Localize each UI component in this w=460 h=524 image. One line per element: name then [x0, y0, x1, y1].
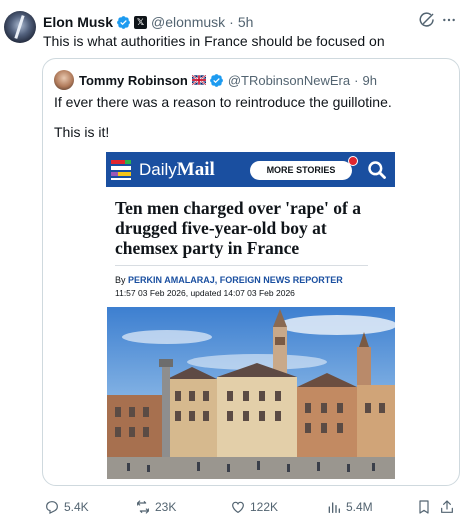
quoted-tweet-text-line2: This is it!	[54, 124, 110, 140]
repost-icon	[137, 500, 149, 514]
quoted-tweet-time[interactable]: 9h	[362, 73, 376, 88]
grok-icon[interactable]	[418, 11, 436, 29]
article-headline: Ten men charged over 'rape' of a drugged…	[115, 198, 361, 258]
quoted-header-separator: ·	[354, 72, 359, 88]
headline-divider	[115, 265, 368, 266]
quoted-author-avatar[interactable]	[54, 70, 74, 90]
reply-button[interactable]: 5.4K	[44, 497, 89, 517]
tweet-action-bar: 5.4K 23K 122K 5.4M	[0, 497, 460, 517]
quoted-tweet-card[interactable]: Tommy Robinson @TRobinsonNewEra · 9h If …	[42, 58, 460, 486]
quoted-tweet-header: Tommy Robinson @TRobinsonNewEra · 9h	[79, 71, 377, 89]
like-button[interactable]: 122K	[230, 497, 278, 517]
reply-count: 5.4K	[64, 500, 89, 514]
article-screenshot-image[interactable]: DailyMail MORE STORIES Ten men charged o…	[106, 152, 395, 479]
x-affiliation-icon: 𝕏	[134, 15, 148, 29]
quoted-verified-badge-icon	[209, 73, 223, 87]
views-count: 5.4M	[346, 500, 373, 514]
author-name[interactable]: Elon Musk	[43, 14, 113, 30]
article-byline: By PERKIN AMALARAJ, FOREIGN NEWS REPORTE…	[115, 275, 343, 285]
search-icon	[368, 161, 386, 179]
lille-square-photo	[107, 307, 395, 479]
bookmark-icon[interactable]	[416, 499, 432, 515]
reply-icon	[46, 501, 58, 514]
menu-icon	[111, 160, 131, 180]
logo-mail-text: Mail	[176, 159, 215, 180]
share-icon[interactable]	[439, 499, 455, 515]
author-avatar[interactable]	[4, 11, 36, 43]
quoted-tweet-text-line1: If ever there was a reason to reintroduc…	[54, 94, 392, 110]
verified-badge-icon	[117, 15, 130, 29]
quoted-author-name[interactable]: Tommy Robinson	[79, 73, 188, 88]
repost-count: 23K	[155, 500, 177, 514]
author-handle[interactable]: @elonmusk	[151, 14, 225, 30]
byline-prefix: By	[115, 275, 126, 285]
logo-daily-text: Daily	[139, 160, 177, 179]
article-masthead: DailyMail MORE STORIES	[106, 152, 395, 187]
repost-button[interactable]: 23K	[135, 497, 176, 517]
tweet-header: Elon Musk 𝕏 @elonmusk · 5h	[43, 13, 253, 31]
views-icon	[328, 502, 340, 513]
notification-dot	[348, 156, 358, 166]
article-date: 11:57 03 Feb 2026, updated 14:07 03 Feb …	[115, 288, 295, 298]
views-button[interactable]: 5.4M	[326, 497, 373, 517]
daily-mail-logo: DailyMail	[139, 159, 215, 181]
tweet-text: This is what authorities in France shoul…	[43, 33, 385, 49]
more-stories-button: MORE STORIES	[250, 161, 352, 180]
byline-name: PERKIN AMALARAJ, FOREIGN NEWS REPORTER	[128, 275, 343, 285]
quoted-author-handle[interactable]: @TRobinsonNewEra	[228, 73, 350, 88]
uk-flag-icon	[191, 75, 206, 85]
header-separator: ·	[229, 14, 234, 30]
heart-icon	[232, 501, 244, 514]
tweet-time[interactable]: 5h	[238, 14, 254, 30]
more-icon[interactable]	[441, 12, 457, 28]
like-count: 122K	[250, 500, 279, 514]
